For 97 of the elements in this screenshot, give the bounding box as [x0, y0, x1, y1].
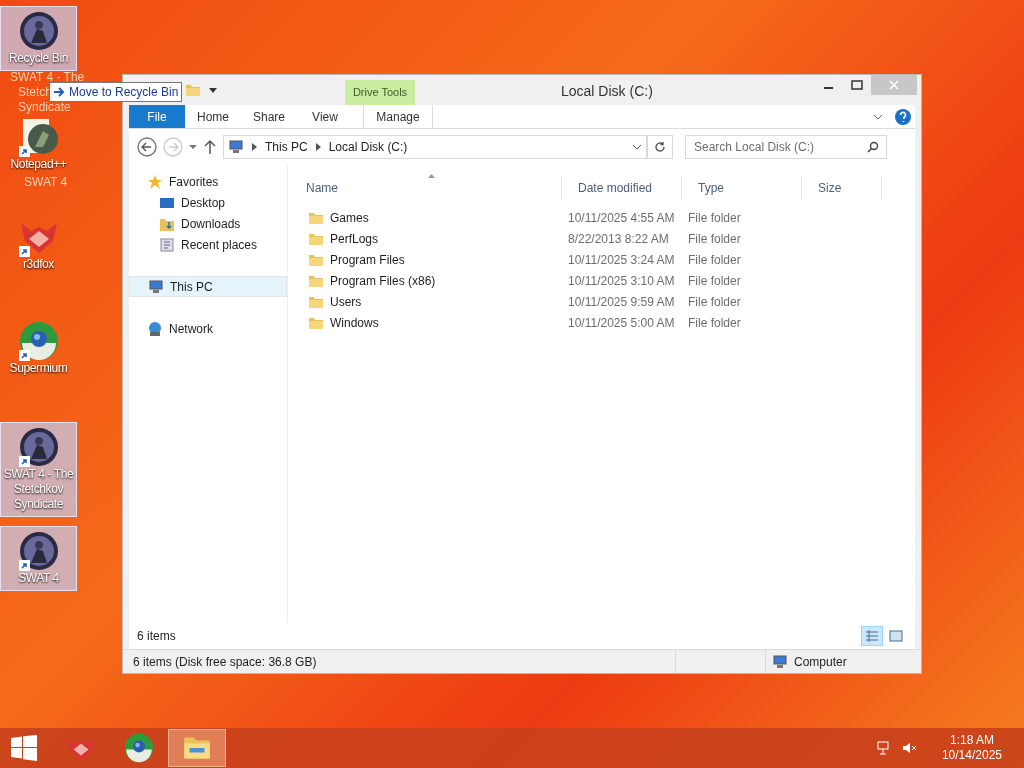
game-emblem-icon	[18, 427, 59, 467]
folder-icon	[308, 273, 324, 288]
details-view-button[interactable]	[861, 626, 883, 646]
folder-icon	[185, 83, 201, 97]
icon-label: SWAT 4 - The Stetchkov Syndicate	[2, 467, 75, 512]
computer-icon	[772, 653, 788, 670]
close-icon	[889, 80, 899, 90]
details-view-icon	[865, 630, 879, 642]
table-cell-text: 8/22/2013 8:22 AM	[567, 230, 670, 248]
address-bar[interactable]: This PC Local Disk (C:)	[223, 135, 647, 159]
table-cell-text: 10/11/2025 3:10 AM	[567, 272, 676, 290]
shortcut-arrow-icon	[18, 146, 30, 157]
item-count: 6 items	[137, 628, 176, 645]
up-arrow-icon[interactable]	[203, 139, 217, 155]
table-cell[interactable]: Program Files (x86)	[330, 271, 436, 290]
nav-item[interactable]: Downloads	[129, 213, 287, 234]
recent-places-icon	[159, 236, 175, 253]
chevron-down-icon[interactable]	[873, 113, 883, 120]
folder-icon	[308, 315, 324, 330]
search-icon[interactable]	[867, 141, 879, 153]
shortcut-arrow-icon	[18, 350, 30, 361]
table-cell-text: File folder	[687, 272, 742, 290]
star-icon	[147, 173, 163, 190]
contextual-tab-group: Drive Tools	[345, 80, 415, 105]
nav-item[interactable]: Desktop	[129, 192, 287, 213]
table-cell[interactable]: PerfLogs	[330, 229, 379, 248]
drag-ghost-label: SWAT 4 - The	[10, 70, 85, 85]
table-cell-text: File folder	[687, 230, 742, 248]
table-cell[interactable]: Windows	[330, 313, 379, 332]
browser-icon	[124, 733, 154, 763]
table-cell[interactable]: Users	[330, 292, 362, 311]
drag-ghost-label: SWAT 4	[24, 175, 68, 190]
arrow-right-icon	[53, 87, 65, 97]
desktop-icon	[159, 195, 175, 210]
shortcut-arrow-icon	[18, 456, 30, 467]
nav-item[interactable]: Network	[129, 318, 287, 339]
window-title: Local Disk (C:)	[561, 82, 653, 101]
icon-label: Recycle Bin	[9, 51, 68, 66]
table-cell[interactable]: Program Files	[330, 250, 405, 269]
ribbon-tab[interactable]: Home	[185, 105, 241, 128]
nav-item[interactable]: Favorites	[129, 171, 287, 192]
icon-label: r3dfox	[23, 257, 54, 272]
table-cell-text: File folder	[687, 314, 742, 332]
table-cell-text: File folder	[687, 251, 742, 269]
status-text: 6 items (Disk free space: 36.8 GB)	[132, 653, 318, 671]
table-cell-text: 10/11/2025 5:00 AM	[567, 314, 676, 332]
table-cell-text: File folder	[687, 209, 742, 227]
nav-item[interactable]: This PC	[129, 276, 287, 297]
ribbon-tab[interactable]: View	[297, 105, 353, 128]
drag-tooltip: Move to Recycle Bin	[49, 82, 183, 102]
large-icons-view-icon	[889, 630, 903, 642]
windows-logo-icon	[11, 735, 37, 761]
column-header[interactable]: Date modified	[562, 175, 682, 201]
breadcrumb-item[interactable]: Local Disk (C:)	[328, 138, 408, 156]
folder-icon	[308, 294, 324, 309]
browser-icon	[18, 321, 59, 361]
breadcrumb-arrow-icon[interactable]	[252, 143, 257, 151]
game-emblem-icon	[18, 11, 59, 51]
folder-icon	[308, 231, 324, 246]
back-icon[interactable]	[137, 137, 157, 157]
computer-icon	[228, 139, 244, 155]
refresh-button[interactable]	[647, 135, 673, 159]
shortcut-arrow-icon	[18, 246, 30, 257]
sort-arrow-icon	[428, 174, 435, 178]
folder-icon	[308, 252, 324, 267]
table-cell[interactable]: Games	[330, 208, 369, 227]
icon-label: SWAT 4	[18, 571, 59, 586]
refresh-icon	[654, 141, 666, 153]
column-header[interactable]: Type	[682, 175, 802, 201]
ribbon-tab[interactable]: Share	[241, 105, 297, 128]
table-cell-text: 10/11/2025 9:59 AM	[567, 293, 676, 311]
search-field[interactable]: Search Local Disk (C:)	[685, 135, 887, 159]
breadcrumb-item[interactable]: This PC	[265, 138, 308, 156]
folder-icon	[308, 210, 324, 225]
column-header[interactable]: Size	[802, 175, 882, 201]
game-emblem-icon	[18, 531, 59, 571]
muted-speaker-icon[interactable]	[901, 740, 918, 756]
ribbon-tab[interactable]: Manage	[363, 105, 433, 128]
dropdown-caret-icon[interactable]	[209, 86, 217, 94]
table-cell-text: File folder	[687, 293, 742, 311]
network-icon[interactable]	[875, 740, 892, 756]
icon-label: Supermium	[9, 361, 68, 376]
chevron-down-icon[interactable]	[632, 144, 642, 150]
table-cell-text: 10/11/2025 3:24 AM	[567, 251, 676, 269]
column-header[interactable]: Name	[290, 175, 562, 201]
nav-item[interactable]: Recent places	[129, 234, 287, 255]
status-location: Computer	[794, 653, 847, 671]
ribbon-tab[interactable]: File	[129, 105, 185, 128]
computer-icon	[148, 278, 164, 295]
help-icon[interactable]	[895, 108, 911, 125]
table-cell-text: 10/11/2025 4:55 AM	[567, 209, 676, 227]
drag-ghost-label: Syndicate	[18, 100, 71, 115]
clock[interactable]: 1:18 AM 10/14/2025	[941, 733, 1002, 763]
icon-label: Notepad++	[10, 157, 67, 172]
network-icon	[147, 320, 163, 337]
shortcut-arrow-icon	[18, 560, 30, 571]
breadcrumb-arrow-icon[interactable]	[315, 143, 321, 151]
